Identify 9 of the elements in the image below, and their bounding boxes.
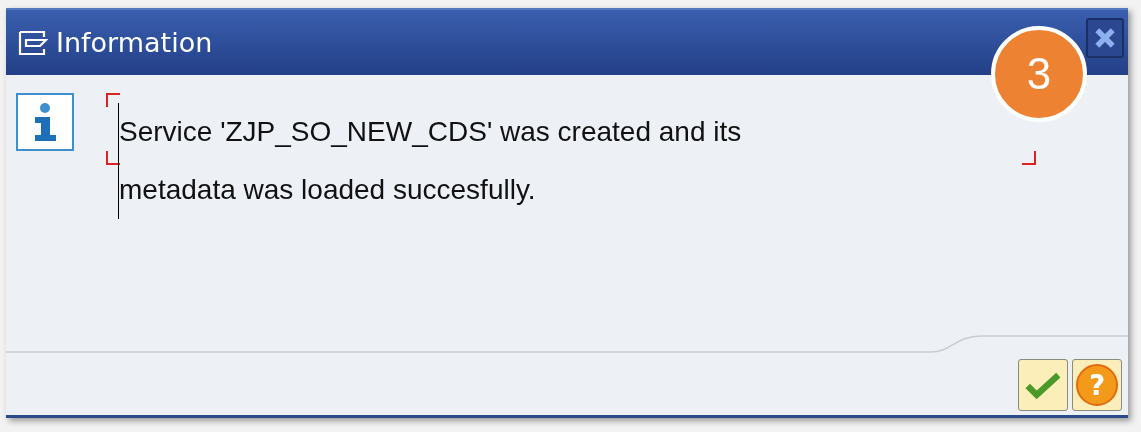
help-button[interactable]: ? xyxy=(1072,359,1122,411)
message-text: Service 'ZJP_SO_NEW_CDS' was created and its metadata was loaded succesfully. xyxy=(118,103,819,219)
info-icon xyxy=(16,93,74,151)
checkmark-icon xyxy=(1025,371,1061,399)
dialog-icon xyxy=(18,29,48,56)
window-title: Information xyxy=(56,27,213,58)
close-button[interactable] xyxy=(1086,17,1124,58)
confirm-button[interactable] xyxy=(1018,359,1068,411)
close-icon xyxy=(1094,26,1116,49)
